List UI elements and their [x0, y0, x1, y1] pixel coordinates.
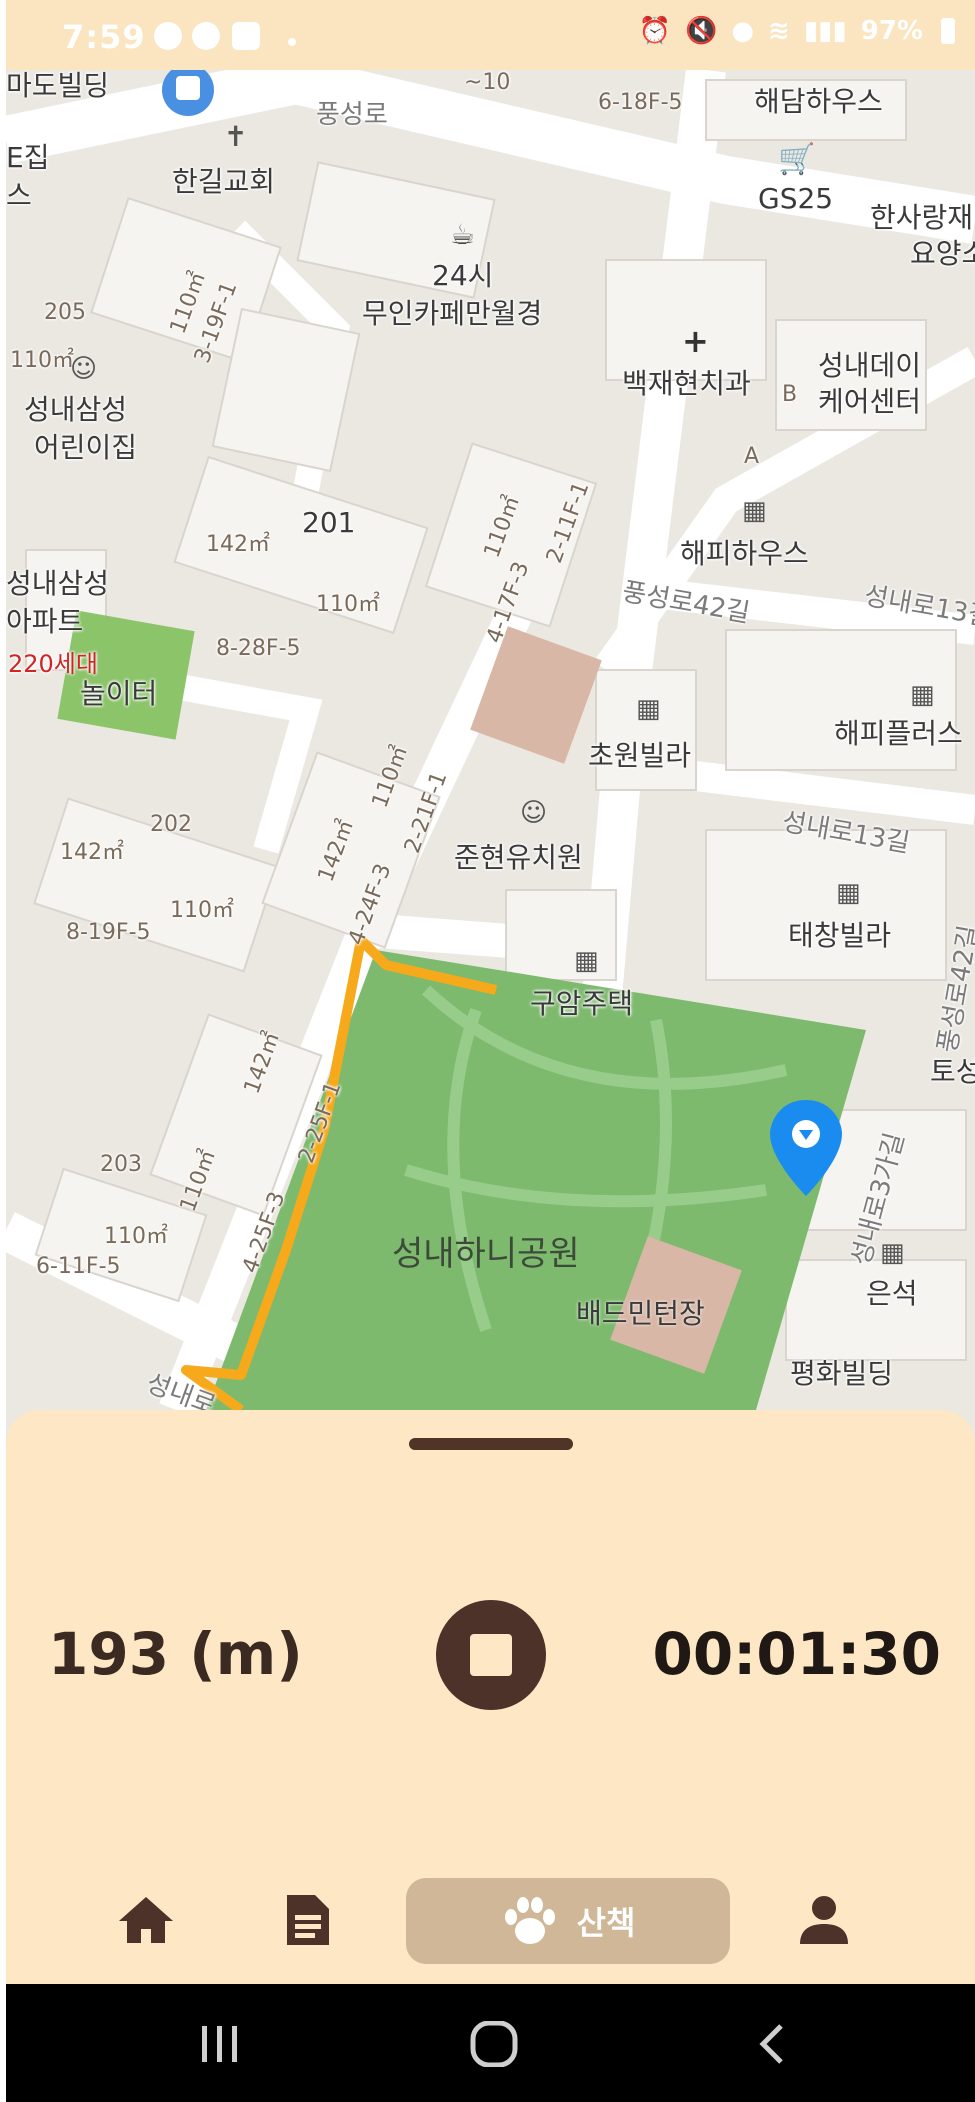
map-label: A: [744, 444, 760, 469]
child-care-icon: ☺: [70, 354, 98, 384]
map-label: 205: [44, 300, 86, 325]
map-label: 놀이터: [80, 677, 158, 710]
stop-walk-button[interactable]: [436, 1600, 546, 1710]
building-icon: ▦: [880, 1238, 905, 1268]
stop-icon: [470, 1634, 512, 1676]
recent-apps-icon: [202, 2026, 237, 2062]
battery-percent: 97%: [860, 16, 923, 46]
building-icon: ▦: [910, 680, 935, 710]
map-label: 케어센터: [818, 385, 922, 418]
map-label: 아파트: [6, 605, 84, 638]
location-icon: ●: [731, 16, 755, 46]
park-label: 성내하니공원: [392, 1234, 580, 1274]
map-label: 해피하우스: [680, 537, 809, 570]
area-label: 110㎡: [10, 348, 74, 373]
map-label: 평화빌딩: [790, 1357, 894, 1390]
area-label: 142㎡: [206, 532, 270, 557]
nav-walk-label: 산책: [576, 1904, 636, 1942]
home-system-button[interactable]: [464, 2014, 524, 2074]
map-label: 무인카페만월경: [362, 297, 543, 330]
area-label: 110㎡: [170, 898, 234, 923]
shopping-cart-icon: 🛒: [778, 142, 816, 177]
map-label: 한사랑재: [870, 201, 974, 234]
map-label: B: [782, 382, 798, 407]
app-notification-icon: [192, 22, 220, 50]
wifi-icon: ≋: [768, 16, 790, 46]
nav-profile[interactable]: [784, 1870, 864, 1970]
address-label: 8-28F-5: [216, 636, 301, 661]
map-label: 201: [302, 506, 356, 539]
bottom-navigation: 산책: [6, 1870, 975, 1984]
building-icon: ▦: [836, 878, 861, 908]
status-bar: 7:59 ⏰ 🔇 ● ≋ ▮▮▮ 97%: [6, 0, 975, 70]
map-label: 은석: [866, 1277, 918, 1310]
map-label: 202: [150, 812, 192, 837]
map-label: 태창빌라: [788, 919, 892, 952]
map-label: 어린이집: [34, 431, 138, 464]
nav-records[interactable]: [268, 1870, 348, 1970]
area-label: 110㎡: [104, 1224, 168, 1249]
coffee-cup-icon: ☕: [450, 218, 476, 251]
game-notification-icon: [232, 22, 260, 50]
address-label: 8-19F-5: [66, 920, 151, 945]
hospital-cross-icon: +: [682, 322, 709, 360]
map-label: 성내삼성: [24, 393, 128, 426]
church-icon: ✝: [224, 120, 248, 153]
back-arrow-icon: [759, 2024, 783, 2064]
map-label: 백재현치과: [622, 367, 751, 400]
map-label: E집: [6, 141, 50, 174]
alarm-icon: ⏰: [638, 16, 671, 46]
document-icon: [287, 1895, 329, 1945]
map-label: 203: [100, 1152, 142, 1177]
chat-notification-icon: [154, 22, 182, 50]
building-icon: ▦: [574, 946, 599, 976]
map-label: 해담하우스: [754, 85, 883, 118]
map-label: 준현유치원: [454, 841, 583, 874]
address-label: ~10: [464, 70, 511, 95]
system-navigation-bar: [6, 1984, 975, 2102]
map-label: GS25: [758, 182, 834, 215]
map-view[interactable]: 마도빌딩 E집 스 풍성로 한길교회 ✝ ~10 6-18F-5 해담하우스 🛒…: [6, 69, 975, 1421]
map-label: 배드민턴장: [576, 1297, 705, 1330]
map-label: 해피플러스: [834, 717, 963, 750]
map-label: 한길교회: [172, 165, 276, 198]
battery-icon: [941, 18, 955, 44]
walk-timer: 00:01:30: [652, 1620, 941, 1688]
map-label: 성내삼성: [6, 567, 110, 600]
map-label: 구암주택: [530, 987, 634, 1020]
nav-home[interactable]: [106, 1870, 186, 1970]
home-circle-icon: [470, 2021, 518, 2067]
status-icons: ⏰ 🔇 ● ≋ ▮▮▮ 97%: [639, 16, 955, 46]
map-label: 스: [6, 179, 32, 212]
back-button[interactable]: [742, 2014, 802, 2074]
user-icon: [800, 1896, 848, 1944]
map-label: 마도빌딩: [6, 69, 110, 102]
area-label: 110㎡: [316, 592, 380, 617]
road-label: 풍성로: [316, 100, 388, 130]
building-icon: ▦: [742, 496, 767, 526]
home-icon: [119, 1897, 173, 1943]
building-icon: ▦: [636, 694, 661, 724]
more-notifications-dot: [288, 38, 296, 46]
child-care-icon: ☺: [520, 798, 548, 828]
walk-distance: 193 (m): [48, 1620, 303, 1688]
recent-apps-button[interactable]: [190, 2014, 250, 2074]
mute-icon: 🔇: [684, 16, 718, 46]
map-label: 24시: [432, 259, 494, 292]
signal-icon: ▮▮▮: [803, 16, 847, 46]
map-label: 토성: [930, 1055, 975, 1088]
status-time: 7:59: [62, 18, 146, 56]
map-label: 요양소: [910, 237, 975, 270]
paw-icon: [504, 1897, 555, 1944]
map-label: 초원빌라: [588, 739, 692, 772]
map-label: 성내데이: [818, 349, 922, 382]
area-label: 142㎡: [60, 840, 124, 865]
nav-walk[interactable]: 산책: [406, 1878, 730, 1964]
address-label: 6-11F-5: [36, 1254, 121, 1279]
address-label: 6-18F-5: [598, 90, 683, 115]
drag-handle[interactable]: [409, 1438, 573, 1450]
